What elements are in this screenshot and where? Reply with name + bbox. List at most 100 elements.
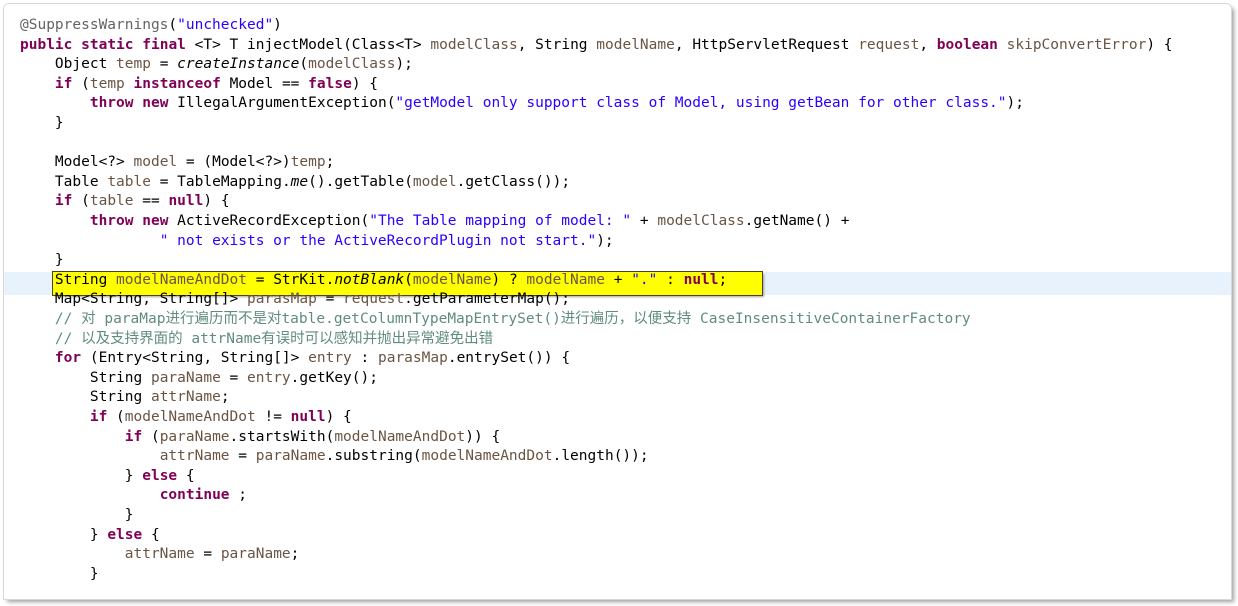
local-var: parasMap bbox=[246, 291, 317, 308]
punct: } bbox=[124, 467, 134, 484]
punct: ; bbox=[718, 271, 728, 288]
punct: ) bbox=[273, 17, 282, 33]
operator: = bbox=[229, 369, 239, 386]
punct: ; bbox=[220, 389, 230, 406]
comment-token: // 对 paraMap进行遍历而不是对table.getColumnTypeM… bbox=[54, 311, 971, 327]
operator: + bbox=[840, 213, 850, 229]
type-param: <T> T bbox=[194, 36, 239, 53]
code-line[interactable]: if (paraName.startsWith(modelNameAndDot)… bbox=[4, 428, 1231, 448]
code-line[interactable]: public static final <T> T injectModel(Cl… bbox=[4, 36, 1231, 56]
code-line[interactable]: if (table == null) { bbox=[4, 192, 1231, 212]
code-line[interactable]: Table table = TableMapping.me().getTable… bbox=[4, 173, 1231, 193]
operator: = bbox=[203, 546, 213, 563]
punct: ( bbox=[404, 173, 413, 190]
punct: . bbox=[229, 428, 239, 445]
punct: . bbox=[404, 291, 413, 308]
punct: . bbox=[552, 448, 562, 465]
code-line[interactable]: for (Entry<String, String[]> entry : par… bbox=[4, 349, 1231, 369]
keyword-token: instanceof bbox=[133, 75, 221, 92]
operator: == bbox=[281, 75, 300, 92]
code-line[interactable]: String attrName; bbox=[4, 388, 1231, 408]
type-name: Entry<String, String[]> bbox=[98, 350, 300, 367]
code-line[interactable]: } else { bbox=[4, 526, 1231, 546]
local-var: modelName bbox=[526, 271, 605, 288]
code-line[interactable]: Model<?> model = (Model<?>)temp; bbox=[4, 153, 1231, 173]
operator: = bbox=[159, 173, 169, 190]
punct: ()); bbox=[613, 448, 649, 465]
code-line[interactable]: } bbox=[4, 251, 1231, 271]
local-var: modelNameAndDot bbox=[116, 271, 247, 288]
code-line[interactable]: continue ; bbox=[4, 486, 1231, 506]
code-line[interactable]: } bbox=[4, 506, 1231, 526]
punct: . bbox=[456, 173, 466, 190]
local-var: paraName bbox=[159, 428, 230, 445]
punct: ()); bbox=[535, 173, 571, 190]
string-token: "getModel only support class of Model, u… bbox=[395, 95, 1007, 112]
code-line[interactable]: Object temp = createInstance(modelClass)… bbox=[4, 55, 1231, 75]
string-token: "." bbox=[631, 271, 658, 288]
punct: ) ? bbox=[491, 271, 527, 288]
method-call: startsWith bbox=[238, 428, 326, 445]
type-name: String bbox=[535, 36, 588, 53]
code-line[interactable]: if (temp instanceof Model == false) { bbox=[4, 75, 1231, 95]
operator: = bbox=[325, 291, 335, 308]
static-method: createInstance bbox=[177, 56, 300, 73]
code-line[interactable]: if (modelNameAndDot != null) { bbox=[4, 408, 1231, 428]
code-line[interactable]: // 对 paraMap进行遍历而不是对table.getColumnTypeM… bbox=[4, 310, 1231, 330]
method-call: length bbox=[561, 448, 614, 465]
punct: ( bbox=[404, 271, 413, 288]
code-line[interactable]: " not exists or the ActiveRecordPlugin n… bbox=[4, 232, 1231, 252]
keyword-token: final bbox=[142, 36, 186, 53]
method-call: getName bbox=[753, 213, 815, 229]
type-name: Object bbox=[54, 56, 108, 73]
code-editor[interactable]: @SuppressWarnings("unchecked") public st… bbox=[4, 4, 1231, 599]
keyword-token: new bbox=[142, 95, 169, 112]
keyword-token: else bbox=[107, 526, 143, 543]
type-name: Model bbox=[229, 75, 274, 92]
local-var: request bbox=[343, 291, 405, 308]
operator: = bbox=[185, 154, 195, 171]
punct: (). bbox=[308, 173, 335, 190]
punct: ( bbox=[89, 350, 99, 367]
keyword-token: if bbox=[89, 409, 108, 425]
keyword-token: null bbox=[168, 193, 204, 210]
keyword-token: false bbox=[308, 75, 352, 92]
punct: { bbox=[185, 467, 195, 484]
code-line[interactable]: Map<String, String[]> parasMap = request… bbox=[4, 290, 1231, 310]
punct: . bbox=[325, 448, 335, 465]
code-line[interactable]: String paraName = entry.getKey(); bbox=[4, 369, 1231, 389]
type-name: Table bbox=[54, 173, 99, 190]
punct: ()) { bbox=[526, 350, 571, 367]
string-token: "unchecked" bbox=[177, 17, 274, 33]
keyword-token: static bbox=[81, 36, 134, 53]
punct: ( bbox=[343, 36, 352, 53]
punct: , bbox=[674, 36, 693, 53]
code-line[interactable]: throw new IllegalArgumentException("getM… bbox=[4, 94, 1231, 114]
operator: = bbox=[255, 271, 265, 288]
code-line[interactable]: } bbox=[4, 114, 1231, 134]
type-name: StrKit bbox=[273, 271, 326, 288]
local-var: attrName bbox=[124, 546, 195, 563]
param-name: modelClass bbox=[430, 36, 518, 53]
punct: : bbox=[666, 271, 684, 288]
punct: )) { bbox=[465, 428, 501, 445]
code-line[interactable]: } else { bbox=[4, 467, 1231, 487]
punct: ); bbox=[395, 56, 413, 73]
method-call: entrySet bbox=[456, 350, 527, 367]
code-line[interactable]: // 以及支持界面的 attrName有误时可以感知并抛出异常避免出错 bbox=[4, 330, 1231, 350]
local-var: attrName bbox=[150, 389, 221, 406]
code-line[interactable]: attrName = paraName; bbox=[4, 545, 1231, 565]
code-line-highlighted[interactable]: String modelNameAndDot = StrKit.notBlank… bbox=[4, 271, 1231, 291]
code-line[interactable]: throw new ActiveRecordException("The Tab… bbox=[4, 212, 1231, 232]
keyword-token: new bbox=[142, 213, 169, 229]
punct: () bbox=[814, 213, 841, 229]
method-call: substring bbox=[334, 448, 413, 465]
keyword-token: if bbox=[54, 193, 73, 210]
code-line[interactable]: attrName = paraName.substring(modelNameA… bbox=[4, 447, 1231, 467]
code-line[interactable] bbox=[4, 134, 1231, 154]
punct: ( bbox=[168, 17, 178, 33]
code-line[interactable]: @SuppressWarnings("unchecked") bbox=[4, 16, 1231, 36]
keyword-token: continue bbox=[159, 487, 230, 504]
punct: ( bbox=[412, 448, 422, 465]
code-line[interactable]: } bbox=[4, 565, 1231, 585]
